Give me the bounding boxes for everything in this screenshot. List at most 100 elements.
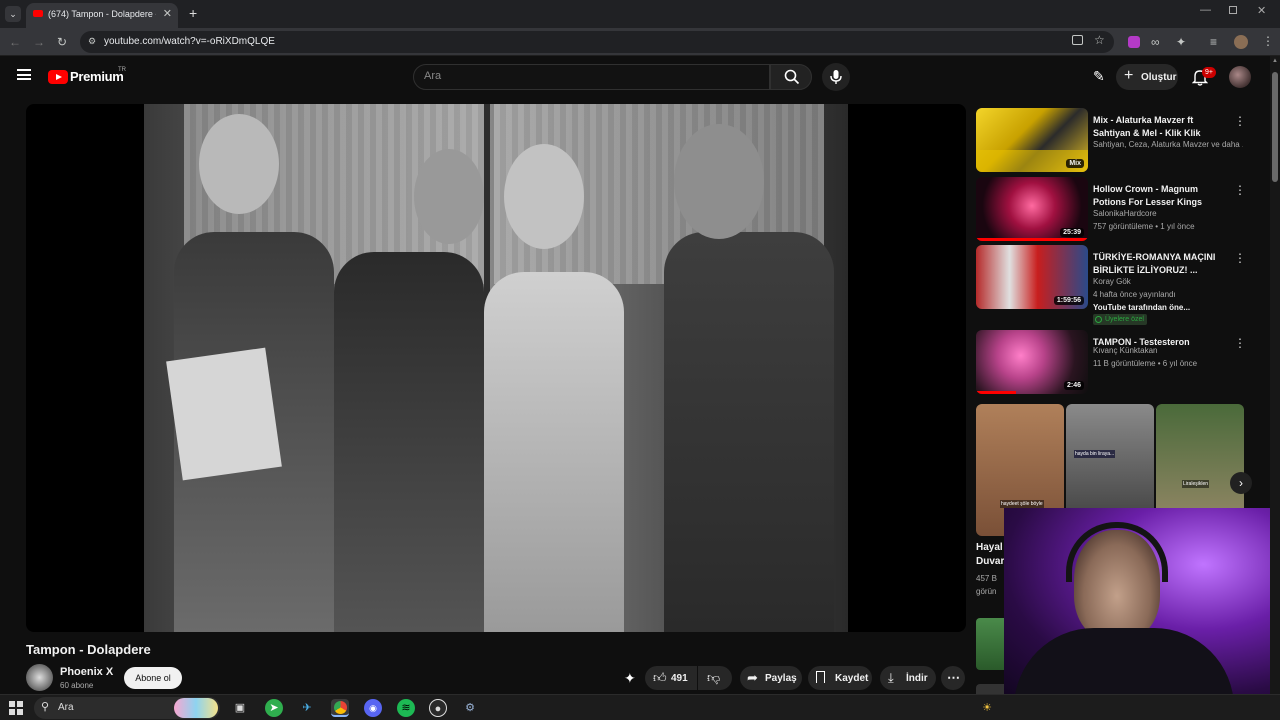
profile-avatar-icon[interactable] <box>1234 35 1248 49</box>
search-input[interactable] <box>424 70 754 82</box>
search-box[interactable] <box>413 64 770 90</box>
more-vert-icon[interactable]: ⋮ <box>1234 336 1246 350</box>
extensions-puzzle-icon[interactable]: ✦ <box>1176 35 1186 49</box>
user-avatar[interactable] <box>1229 66 1251 88</box>
discord-icon[interactable]: ◉ <box>364 699 382 717</box>
forward-arrow-icon[interactable]: → <box>33 35 45 49</box>
search-button[interactable] <box>770 64 812 90</box>
short-caption: Liraleşiklen <box>1182 480 1210 488</box>
restore-icon[interactable] <box>1229 6 1237 14</box>
recommendation-item[interactable]: 1:59:56 TÜRKİYE-ROMANYA MAÇINI BİRLİKTE … <box>976 245 1246 325</box>
spotify-icon[interactable]: ≋ <box>397 699 415 717</box>
minimize-icon[interactable]: — <box>1200 4 1211 16</box>
voice-search-button[interactable] <box>822 63 850 91</box>
more-vert-icon[interactable]: ⋮ <box>1234 183 1246 197</box>
ai-sparkle-icon[interactable]: ✦ <box>624 670 636 687</box>
members-check-icon <box>1095 316 1102 323</box>
short-caption: hayda bin liraya... <box>1074 450 1116 458</box>
video-player[interactable] <box>26 104 966 632</box>
next-thumbnail-partial-2[interactable] <box>976 684 1004 694</box>
webcam-headset <box>1066 522 1168 582</box>
recommendation-thumbnail[interactable]: Mix <box>976 108 1088 172</box>
person-2-head <box>414 149 484 244</box>
taskbar-search[interactable]: ⚲ Ara <box>34 697 220 719</box>
tab-list-chevron-icon[interactable]: ⌄ <box>5 6 21 22</box>
recommendation-title[interactable]: TÜRKİYE-ROMANYA MAÇINI BİRLİKTE İZLİYORU… <box>1093 251 1233 277</box>
more-vert-icon[interactable]: ⋮ <box>1234 114 1246 128</box>
next-thumbnail-partial[interactable] <box>976 618 1004 670</box>
person-2 <box>334 252 484 632</box>
recommendation-thumbnail[interactable]: 25:39 <box>976 177 1088 241</box>
browser-tab[interactable]: (674) Tampon - Dolapdere - YouTube ✕ <box>26 3 178 28</box>
upload-sparkle-icon[interactable]: ✎ <box>1093 68 1105 85</box>
windows-start-icon[interactable] <box>9 701 23 715</box>
browser-menu-icon[interactable]: ⋮ <box>1262 34 1274 48</box>
microphone-icon <box>830 70 842 84</box>
recommendation-item[interactable]: 25:39 Hollow Crown - Magnum Potions For … <box>976 177 1246 241</box>
scroll-up-icon[interactable]: ▲ <box>1272 58 1278 64</box>
recommendation-stats: 757 görüntüleme • 1 yıl önce <box>1093 222 1195 231</box>
recommendation-item[interactable]: Mix Mix - Alaturka Mavzer ft Sahtiyan & … <box>976 108 1246 172</box>
recommendation-thumbnail[interactable]: 1:59:56 <box>976 245 1088 309</box>
bookmark-star-icon[interactable]: ☆ <box>1094 33 1105 47</box>
hamburger-menu-icon[interactable] <box>17 69 31 80</box>
chrome-icon[interactable] <box>331 699 349 717</box>
new-tab-plus-icon[interactable]: + <box>189 5 197 21</box>
recommendation-item[interactable]: 2:46 TAMPON - Testesteron Kıvanç Künktak… <box>976 330 1246 394</box>
paper-sheet <box>166 347 282 481</box>
weather-icon[interactable]: ☀ <box>978 699 996 717</box>
video-frame-bw-photo <box>144 104 848 632</box>
address-url: youtube.com/watch?v=-oRiXDmQLQE <box>104 36 275 47</box>
person-4 <box>664 232 834 632</box>
install-app-icon[interactable] <box>1072 35 1083 45</box>
browser-tab-strip: ⌄ (674) Tampon - Dolapdere - YouTube ✕ +… <box>0 0 1280 28</box>
scrollbar-thumb[interactable] <box>1272 72 1278 182</box>
obs-icon[interactable]: ● <box>429 699 447 717</box>
logo-text[interactable]: Premium <box>70 69 124 84</box>
task-view-icon[interactable]: ▣ <box>231 699 249 717</box>
video-title: Tampon - Dolapdere <box>26 642 151 657</box>
watched-progress <box>976 391 1016 394</box>
app-green-icon[interactable]: ➤ <box>265 699 283 717</box>
tab-close-icon[interactable]: ✕ <box>163 7 172 20</box>
more-actions-button[interactable]: ⋯ <box>941 666 965 690</box>
download-button[interactable]: ⤓ İndir <box>880 666 936 690</box>
extension-glasses-icon[interactable]: ∞ <box>1151 35 1160 49</box>
channel-name[interactable]: Phoenix X <box>60 666 113 678</box>
more-vert-icon[interactable]: ⋮ <box>1234 251 1246 265</box>
steam-icon[interactable]: ⚙ <box>461 699 479 717</box>
short-title-partial[interactable]: Hayal <box>976 542 1003 553</box>
youtube-logo-icon[interactable] <box>48 70 68 84</box>
channel-avatar[interactable] <box>26 664 53 691</box>
app-bird-icon[interactable]: ✈ <box>298 699 316 717</box>
recommendation-title[interactable]: Mix - Alaturka Mavzer ft Sahtiyan & Mel … <box>1093 114 1233 140</box>
shorts-next-button[interactable]: › <box>1230 472 1252 494</box>
extension-pink-icon[interactable] <box>1128 36 1140 48</box>
members-only-badge: Üyelere özel <box>1093 314 1147 325</box>
more-dots-icon: ⋯ <box>947 670 960 685</box>
close-window-icon[interactable]: ✕ <box>1257 4 1266 17</box>
reload-icon[interactable]: ↻ <box>57 35 67 49</box>
dislike-button[interactable]: 👎︎ <box>698 666 732 690</box>
like-button[interactable]: 👍︎ 491 <box>645 666 697 690</box>
person-1-head <box>199 114 279 214</box>
address-bar[interactable]: ⚙ youtube.com/watch?v=-oRiXDmQLQE ☆ <box>80 31 1114 53</box>
save-label: Kaydet <box>835 673 869 684</box>
recommendation-title[interactable]: Hollow Crown - Magnum Potions For Lesser… <box>1093 183 1233 209</box>
create-button[interactable]: + Oluştur <box>1116 64 1178 90</box>
save-button[interactable]: Kaydet <box>808 666 872 690</box>
download-icon: ⤓ <box>888 670 894 685</box>
subscribe-button[interactable]: Abone ol <box>124 667 182 689</box>
site-info-icon[interactable]: ⚙ <box>88 36 96 47</box>
create-label: Oluştur <box>1141 72 1177 83</box>
back-arrow-icon[interactable]: ← <box>9 35 21 49</box>
webcam-person-body <box>1014 628 1234 696</box>
search-highlight-icon <box>174 698 218 718</box>
search-icon <box>784 69 800 85</box>
page-scrollbar[interactable]: ▲ <box>1270 56 1280 696</box>
recommendation-thumbnail[interactable]: 2:46 <box>976 330 1088 394</box>
share-button[interactable]: ➦ Paylaş <box>740 666 802 690</box>
short-title-partial[interactable]: Duvar <box>976 556 1004 567</box>
reading-list-icon[interactable]: ≡ <box>1210 35 1217 49</box>
youtube-header: Premium TR ✎ + Oluştur 9+ <box>0 56 1270 98</box>
